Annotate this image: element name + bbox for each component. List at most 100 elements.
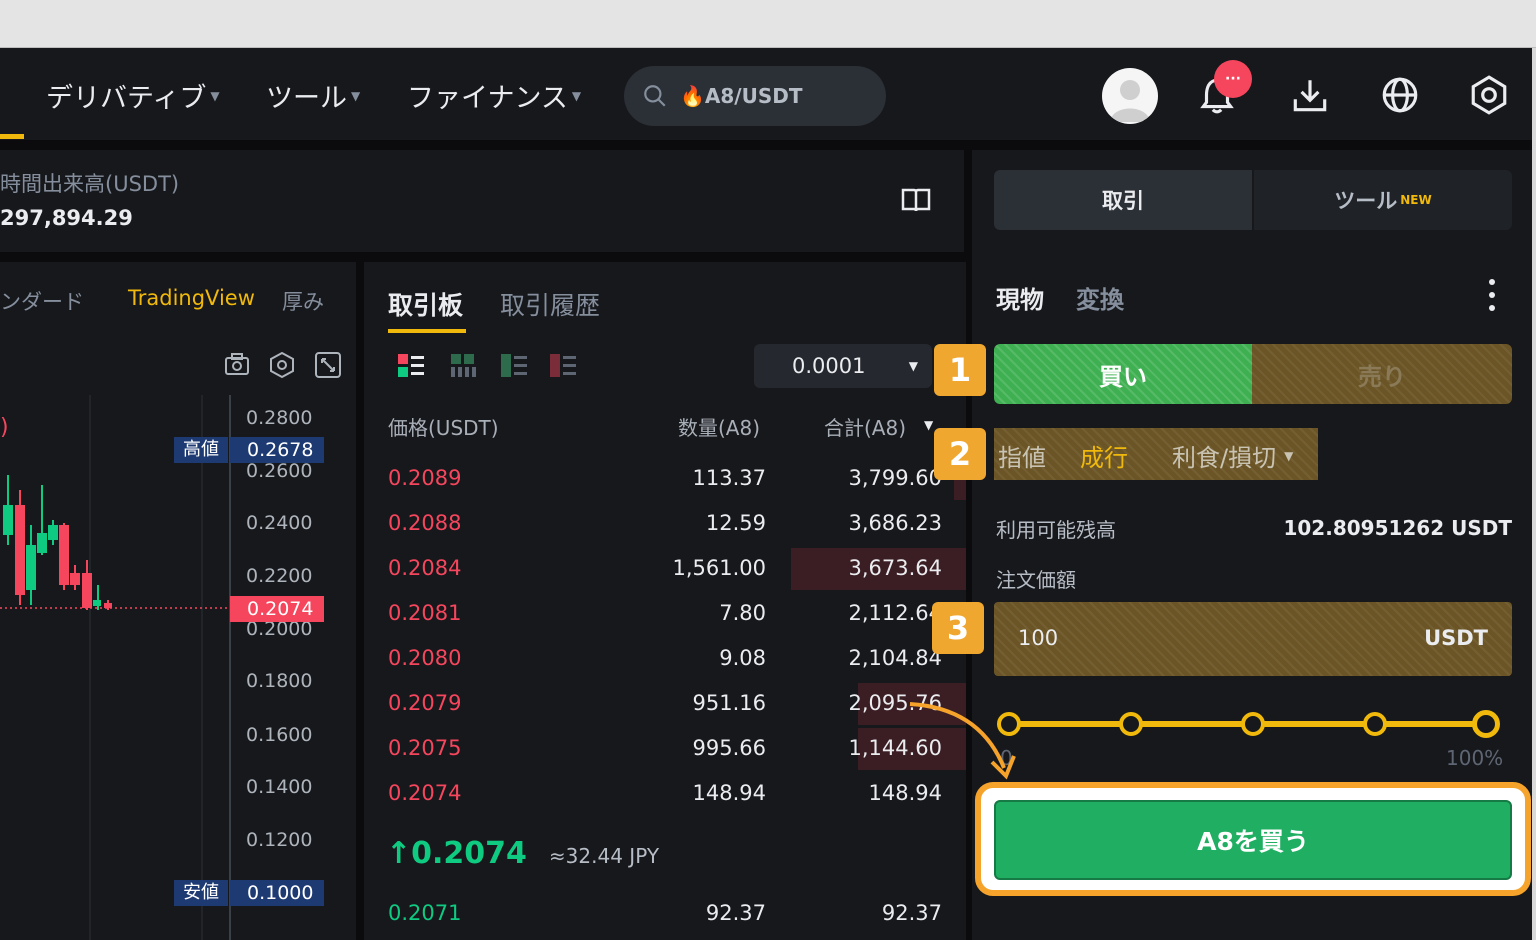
nav-item-derivatives[interactable]: デリバティブ ▼ [46, 76, 220, 115]
ask-row[interactable]: 0.2080 9.08 2,104.84 [364, 638, 966, 683]
ask-total: 3,799.60 [848, 466, 942, 490]
user-icon [1110, 80, 1150, 122]
order-type-tpsl[interactable]: 利食/損切 ▼ [1172, 438, 1293, 473]
ask-total: 2,112.64 [848, 601, 942, 625]
chart-settings-icon[interactable] [268, 351, 296, 379]
globe-icon[interactable] [1379, 74, 1421, 116]
search-icon [644, 85, 666, 107]
bid-row[interactable]: 0.2071 92.37 92.37 [364, 893, 966, 938]
book-both-icon[interactable] [398, 354, 424, 378]
order-amount-label: 注文価額 [996, 568, 1076, 592]
ask-price: 0.2080 [388, 646, 462, 670]
nav-item-tools[interactable]: ツール ▼ [266, 76, 360, 115]
amount-unit: USDT [1424, 626, 1488, 650]
header-qty: 数量(A8) [678, 416, 761, 440]
camera-icon[interactable] [224, 352, 250, 376]
current-price-tag: 0.2074 [230, 596, 324, 622]
step-2-marker: 2 [934, 428, 986, 480]
notification-badge: ··· [1214, 60, 1252, 98]
ask-row[interactable]: 0.2075 995.66 1,144.60 [364, 728, 966, 773]
step-1-marker: 1 [934, 344, 986, 396]
high-tag: 高値 [174, 437, 228, 463]
header-total: 合計(A8) [824, 416, 907, 440]
axis-tick: 0.1600 [246, 724, 313, 746]
more-icon[interactable] [1486, 278, 1498, 312]
ask-row[interactable]: 0.2074 148.94 148.94 [364, 773, 966, 818]
search-input[interactable]: 🔥A8/USDT [624, 66, 886, 126]
available-label: 利用可能残高 [996, 518, 1116, 542]
axis-tick: 0.1800 [246, 670, 313, 692]
buy-a8-button[interactable]: A8を買う [994, 800, 1512, 880]
caret-down-icon: ▼ [571, 88, 582, 103]
ask-qty: 995.66 [692, 736, 766, 760]
tab-depth[interactable]: 厚み [282, 286, 324, 316]
settings-icon[interactable] [1468, 74, 1510, 116]
caret-down-icon: ▼ [908, 359, 918, 373]
sell-tab[interactable]: 売り [1252, 344, 1512, 404]
slider-mark-50[interactable] [1241, 712, 1265, 736]
order-type-tpsl-label: 利食/損切 [1172, 444, 1277, 472]
tab-trade-history[interactable]: 取引履歴 [500, 286, 600, 322]
axis-tick: 0.2800 [246, 407, 313, 429]
nav-item-finance[interactable]: ファイナンス ▼ [407, 76, 581, 115]
ask-total: 3,686.23 [848, 511, 942, 535]
slider-handle[interactable] [1472, 710, 1500, 738]
ask-price: 0.2081 [388, 601, 462, 625]
precision-select[interactable]: 0.0001 ▼ [754, 344, 932, 388]
book-sell-icon[interactable] [550, 354, 576, 378]
caret-down-icon: ▼ [210, 88, 220, 103]
fullscreen-icon[interactable] [314, 351, 342, 379]
tab-trade[interactable]: 取引 [994, 170, 1252, 230]
book-bids-icon[interactable] [451, 354, 477, 378]
order-type-market[interactable]: 成行 [1080, 438, 1128, 473]
axis-tick: 0.2400 [246, 512, 313, 534]
available-value: 102.80951262 USDT [1283, 516, 1512, 540]
ask-qty: 9.08 [719, 646, 766, 670]
low-value-tag: 0.1000 [230, 880, 324, 906]
ask-price: 0.2074 [388, 781, 462, 805]
slider-mark-75[interactable] [1363, 712, 1387, 736]
ask-qty: 12.59 [705, 511, 766, 535]
ask-row[interactable]: 0.2079 951.16 2,095.76 [364, 683, 966, 728]
ask-row[interactable]: 0.2089 113.37 3,799.60 [364, 458, 966, 503]
ask-row[interactable]: 0.2084 1,561.00 3,673.64 [364, 548, 966, 593]
avatar[interactable] [1102, 68, 1158, 124]
nav-label: ファイナンス [407, 83, 568, 114]
tab-convert[interactable]: 変換 [1076, 280, 1124, 315]
last-price-value: ↑0.2074 [386, 836, 527, 871]
tab-orderbook[interactable]: 取引板 [388, 286, 463, 322]
download-icon[interactable] [1289, 74, 1331, 116]
ask-row[interactable]: 0.2088 12.59 3,686.23 [364, 503, 966, 548]
new-badge: NEW [1400, 193, 1432, 207]
ask-price: 0.2079 [388, 691, 462, 715]
tab-tools-label: ツール [1334, 189, 1398, 213]
nav-active-indicator [0, 134, 24, 139]
ask-total: 3,673.64 [848, 556, 942, 580]
tab-tradingview[interactable]: TradingView [128, 286, 255, 310]
slider-mark-25[interactable] [1119, 712, 1143, 736]
ask-qty: 951.16 [692, 691, 766, 715]
ask-row[interactable]: 0.2081 7.80 2,112.64 [364, 593, 966, 638]
slider-max-label: 100% [1446, 746, 1504, 770]
high-value-tag: 0.2678 [230, 437, 324, 463]
amount-input[interactable]: 100 USDT [994, 602, 1512, 676]
book-icon[interactable] [900, 186, 932, 214]
ask-qty: 113.37 [692, 466, 766, 490]
ask-qty: 7.80 [719, 601, 766, 625]
ask-price: 0.2075 [388, 736, 462, 760]
ticker-label: 時間出来高(USDT) [0, 172, 180, 196]
tab-standard[interactable]: ンダード [0, 286, 84, 316]
caret-down-icon: ▼ [1284, 448, 1294, 463]
chart-marker: ) [0, 415, 9, 440]
arrow-up-icon: ↑ [386, 836, 412, 871]
book-buy-icon[interactable] [501, 354, 527, 378]
tab-tools[interactable]: ツール NEW [1254, 170, 1512, 230]
order-type-limit[interactable]: 指値 [998, 438, 1046, 473]
step-3-marker: 3 [932, 602, 984, 654]
browser-chrome [0, 0, 1536, 48]
axis-tick: 0.1200 [246, 829, 313, 851]
axis-tick: 0.2200 [246, 565, 313, 587]
last-price-jpy: ≈32.44 JPY [548, 844, 660, 868]
buy-tab[interactable]: 買い [994, 344, 1252, 404]
tab-spot[interactable]: 現物 [996, 280, 1044, 315]
